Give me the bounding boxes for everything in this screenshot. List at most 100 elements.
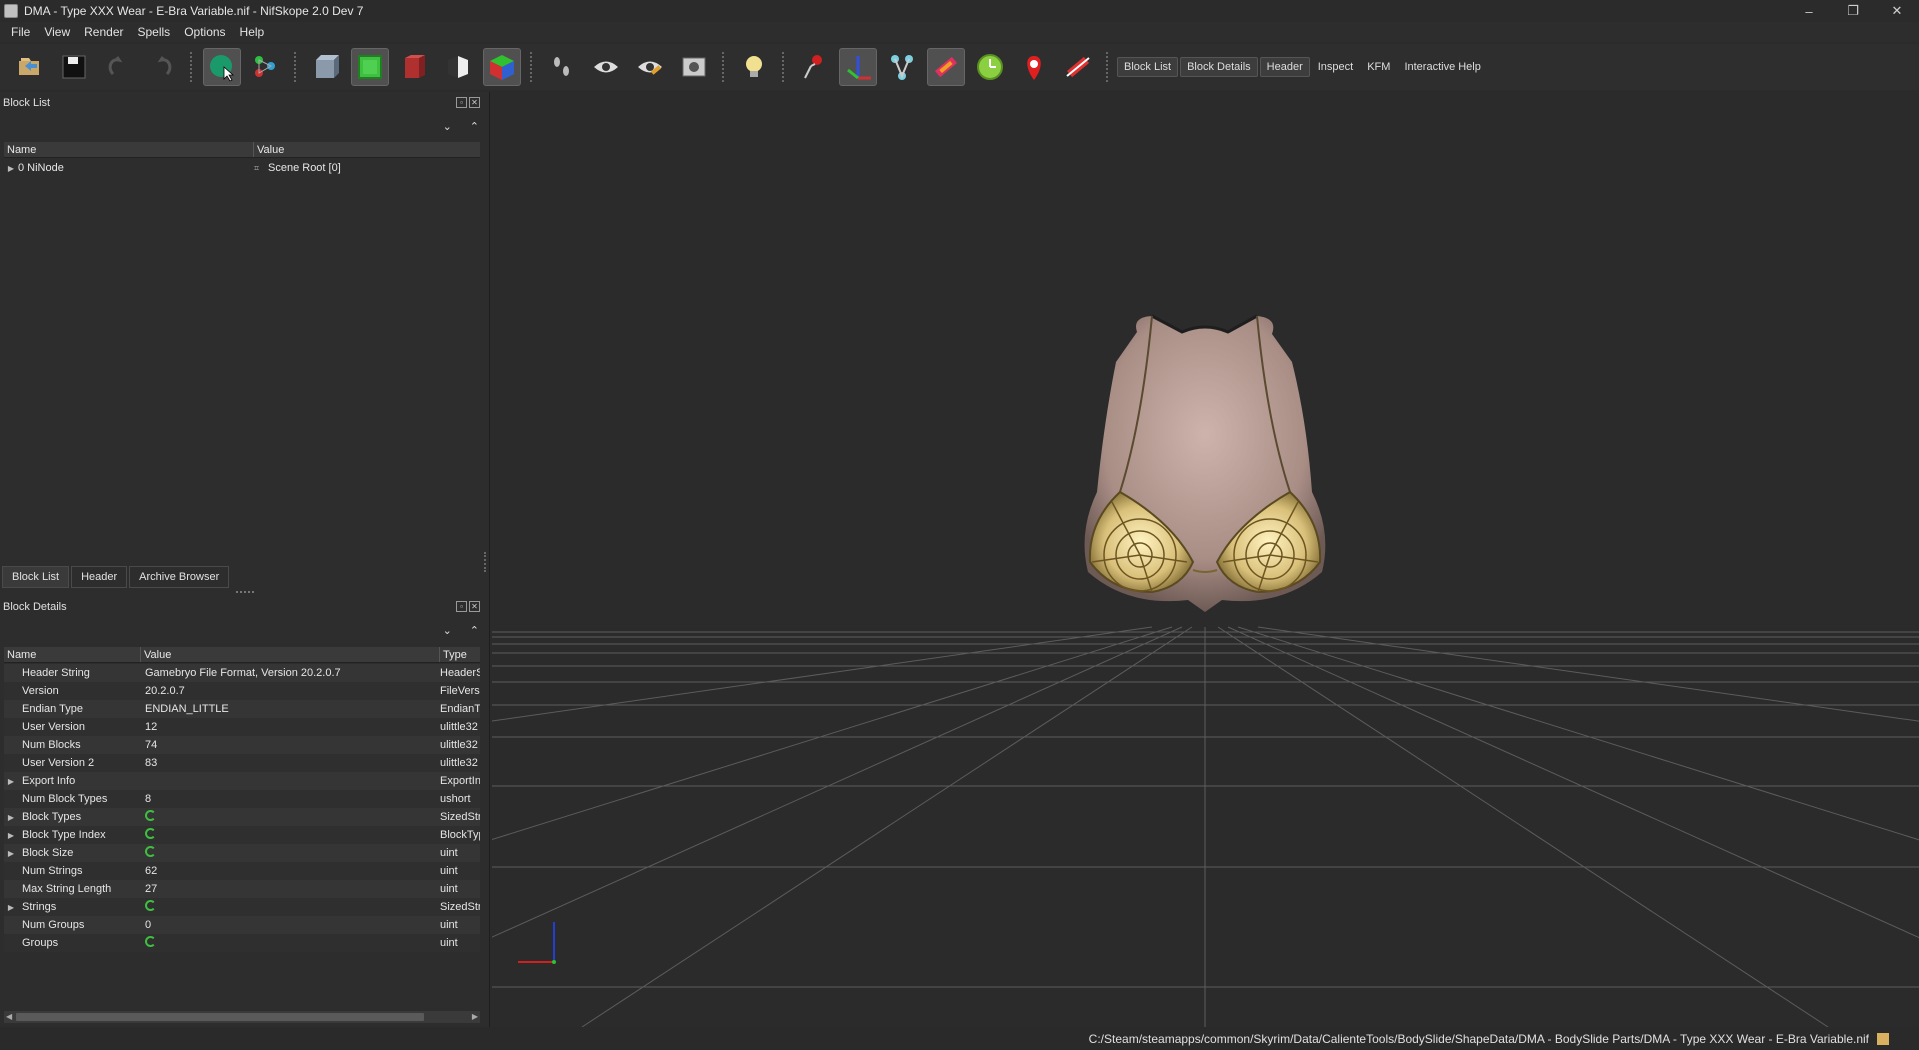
table-row[interactable]: ▶ Strings SizedStri xyxy=(4,898,480,916)
table-row[interactable]: Header String Gamebryo File Format, Versi… xyxy=(4,664,480,682)
row-value[interactable] xyxy=(141,846,440,860)
view-top-button[interactable] xyxy=(351,48,389,86)
lighting-button[interactable] xyxy=(735,48,773,86)
restore-button[interactable]: ❐ xyxy=(1831,0,1875,22)
table-row[interactable]: Num Strings 62 uint xyxy=(4,862,480,880)
render-viewport[interactable] xyxy=(492,92,1919,1027)
row-value[interactable] xyxy=(141,936,440,950)
walk-mode-button[interactable] xyxy=(543,48,581,86)
column-type[interactable]: Type xyxy=(440,647,480,662)
toggle-projection-button[interactable] xyxy=(439,48,477,86)
expand-arrow-icon[interactable]: ▶ xyxy=(4,164,18,173)
undo-button[interactable] xyxy=(99,48,137,86)
scroll-right-icon[interactable]: ▶ xyxy=(472,1011,478,1023)
toolbar-block-list[interactable]: Block List xyxy=(1117,57,1179,77)
menu-file[interactable]: File xyxy=(4,25,37,39)
table-row[interactable]: Version 20.2.0.7 FileVersi xyxy=(4,682,480,700)
toolbar-kfm[interactable]: KFM xyxy=(1361,58,1396,76)
scroll-left-icon[interactable]: ◀ xyxy=(6,1011,12,1023)
expand-arrow-icon[interactable]: ▶ xyxy=(4,777,18,786)
tab-header[interactable]: Header xyxy=(71,566,128,588)
column-name[interactable]: Name xyxy=(4,142,254,157)
table-row[interactable]: ▶ Block Size uint xyxy=(4,844,480,862)
horizontal-scrollbar[interactable]: ◀ ▶ xyxy=(4,1011,480,1023)
row-value[interactable] xyxy=(141,828,440,842)
row-value[interactable] xyxy=(141,900,440,914)
scrollbar-thumb[interactable] xyxy=(16,1013,424,1021)
tab-archive-browser[interactable]: Archive Browser xyxy=(129,566,230,588)
tree-row[interactable]: ▶ 0 NiNode ⌗ Scene Root [0] xyxy=(4,159,480,177)
row-value[interactable]: 83 xyxy=(141,757,440,769)
refresh-icon[interactable] xyxy=(145,846,156,857)
row-value[interactable]: 0 xyxy=(141,919,440,931)
table-row[interactable]: ▶ Block Types SizedStri xyxy=(4,808,480,826)
row-value[interactable] xyxy=(141,810,440,824)
table-row[interactable]: ▶ Export Info ExportIn xyxy=(4,772,480,790)
select-object-button[interactable] xyxy=(203,48,241,86)
show-hidden-button[interactable] xyxy=(587,48,625,86)
expand-arrow-icon[interactable]: ▶ xyxy=(4,831,18,840)
table-row[interactable]: ▶ Block Type Index BlockTyp xyxy=(4,826,480,844)
redo-button[interactable] xyxy=(143,48,181,86)
refresh-icon[interactable] xyxy=(145,828,156,839)
toolbar-inspect[interactable]: Inspect xyxy=(1312,58,1359,76)
toolbar-interactive-help[interactable]: Interactive Help xyxy=(1398,58,1486,76)
show-skeleton-button[interactable] xyxy=(883,48,921,86)
toolbar-header[interactable]: Header xyxy=(1259,57,1310,77)
row-value[interactable]: 20.2.0.7 xyxy=(141,685,440,697)
table-row[interactable]: Endian Type ENDIAN_LITTLE EndianT xyxy=(4,700,480,718)
table-row[interactable]: Max String Length 27 uint xyxy=(4,880,480,898)
refresh-icon[interactable] xyxy=(145,810,156,821)
show-markers-button[interactable] xyxy=(631,48,669,86)
table-row[interactable]: Num Blocks 74 ulittle32 xyxy=(4,736,480,754)
tab-block-list[interactable]: Block List xyxy=(2,566,70,588)
float-icon[interactable]: ▫ xyxy=(456,97,467,108)
minimize-button[interactable]: – xyxy=(1787,0,1831,22)
toggle-bounds-button[interactable] xyxy=(1059,48,1097,86)
collapse-all-icon[interactable]: ⌃ xyxy=(470,624,479,637)
table-row[interactable]: Num Block Types 8 ushort xyxy=(4,790,480,808)
view-front-button[interactable] xyxy=(307,48,345,86)
column-value[interactable]: Value xyxy=(141,647,440,662)
close-button[interactable]: ✕ xyxy=(1875,0,1919,22)
show-axes-button[interactable] xyxy=(839,48,877,86)
row-value[interactable]: 62 xyxy=(141,865,440,877)
row-value[interactable]: 12 xyxy=(141,721,440,733)
menu-render[interactable]: Render xyxy=(77,25,130,39)
row-value[interactable]: 27 xyxy=(141,883,440,895)
row-value[interactable]: 74 xyxy=(141,739,440,751)
menu-options[interactable]: Options xyxy=(177,25,232,39)
toolbar-block-details[interactable]: Block Details xyxy=(1180,57,1258,77)
table-row[interactable]: User Version 2 83 ulittle32 xyxy=(4,754,480,772)
column-name[interactable]: Name xyxy=(4,647,141,662)
table-row[interactable]: Num Groups 0 uint xyxy=(4,916,480,934)
expand-arrow-icon[interactable]: ▶ xyxy=(4,849,18,858)
menu-help[interactable]: Help xyxy=(233,25,272,39)
expand-arrow-icon[interactable]: ▶ xyxy=(4,903,18,912)
splitter-grip[interactable] xyxy=(484,552,487,572)
table-row[interactable]: Groups uint xyxy=(4,934,480,952)
dock-grip[interactable] xyxy=(236,591,254,593)
menu-view[interactable]: View xyxy=(37,25,77,39)
show-nodes-button[interactable] xyxy=(795,48,833,86)
expand-all-icon[interactable]: ⌄ xyxy=(443,120,452,133)
select-vertex-button[interactable] xyxy=(247,48,285,86)
show-markers-pin-button[interactable] xyxy=(1015,48,1053,86)
user-view-button[interactable] xyxy=(483,48,521,86)
show-collision-button[interactable] xyxy=(927,48,965,86)
expand-all-icon[interactable]: ⌄ xyxy=(443,624,452,637)
collapse-all-icon[interactable]: ⌃ xyxy=(470,120,479,133)
close-panel-icon[interactable]: ✕ xyxy=(469,601,480,612)
expand-arrow-icon[interactable]: ▶ xyxy=(4,813,18,822)
view-side-button[interactable] xyxy=(395,48,433,86)
save-button[interactable] xyxy=(55,48,93,86)
load-button[interactable] xyxy=(11,48,49,86)
row-value[interactable]: Gamebryo File Format, Version 20.2.0.7 xyxy=(141,667,440,679)
column-value[interactable]: Value xyxy=(254,142,480,157)
close-panel-icon[interactable]: ✕ xyxy=(469,97,480,108)
menu-spells[interactable]: Spells xyxy=(131,25,178,39)
float-icon[interactable]: ▫ xyxy=(456,601,467,612)
row-value[interactable]: ENDIAN_LITTLE xyxy=(141,703,440,715)
refresh-icon[interactable] xyxy=(145,936,156,947)
screenshot-button[interactable] xyxy=(675,48,713,86)
